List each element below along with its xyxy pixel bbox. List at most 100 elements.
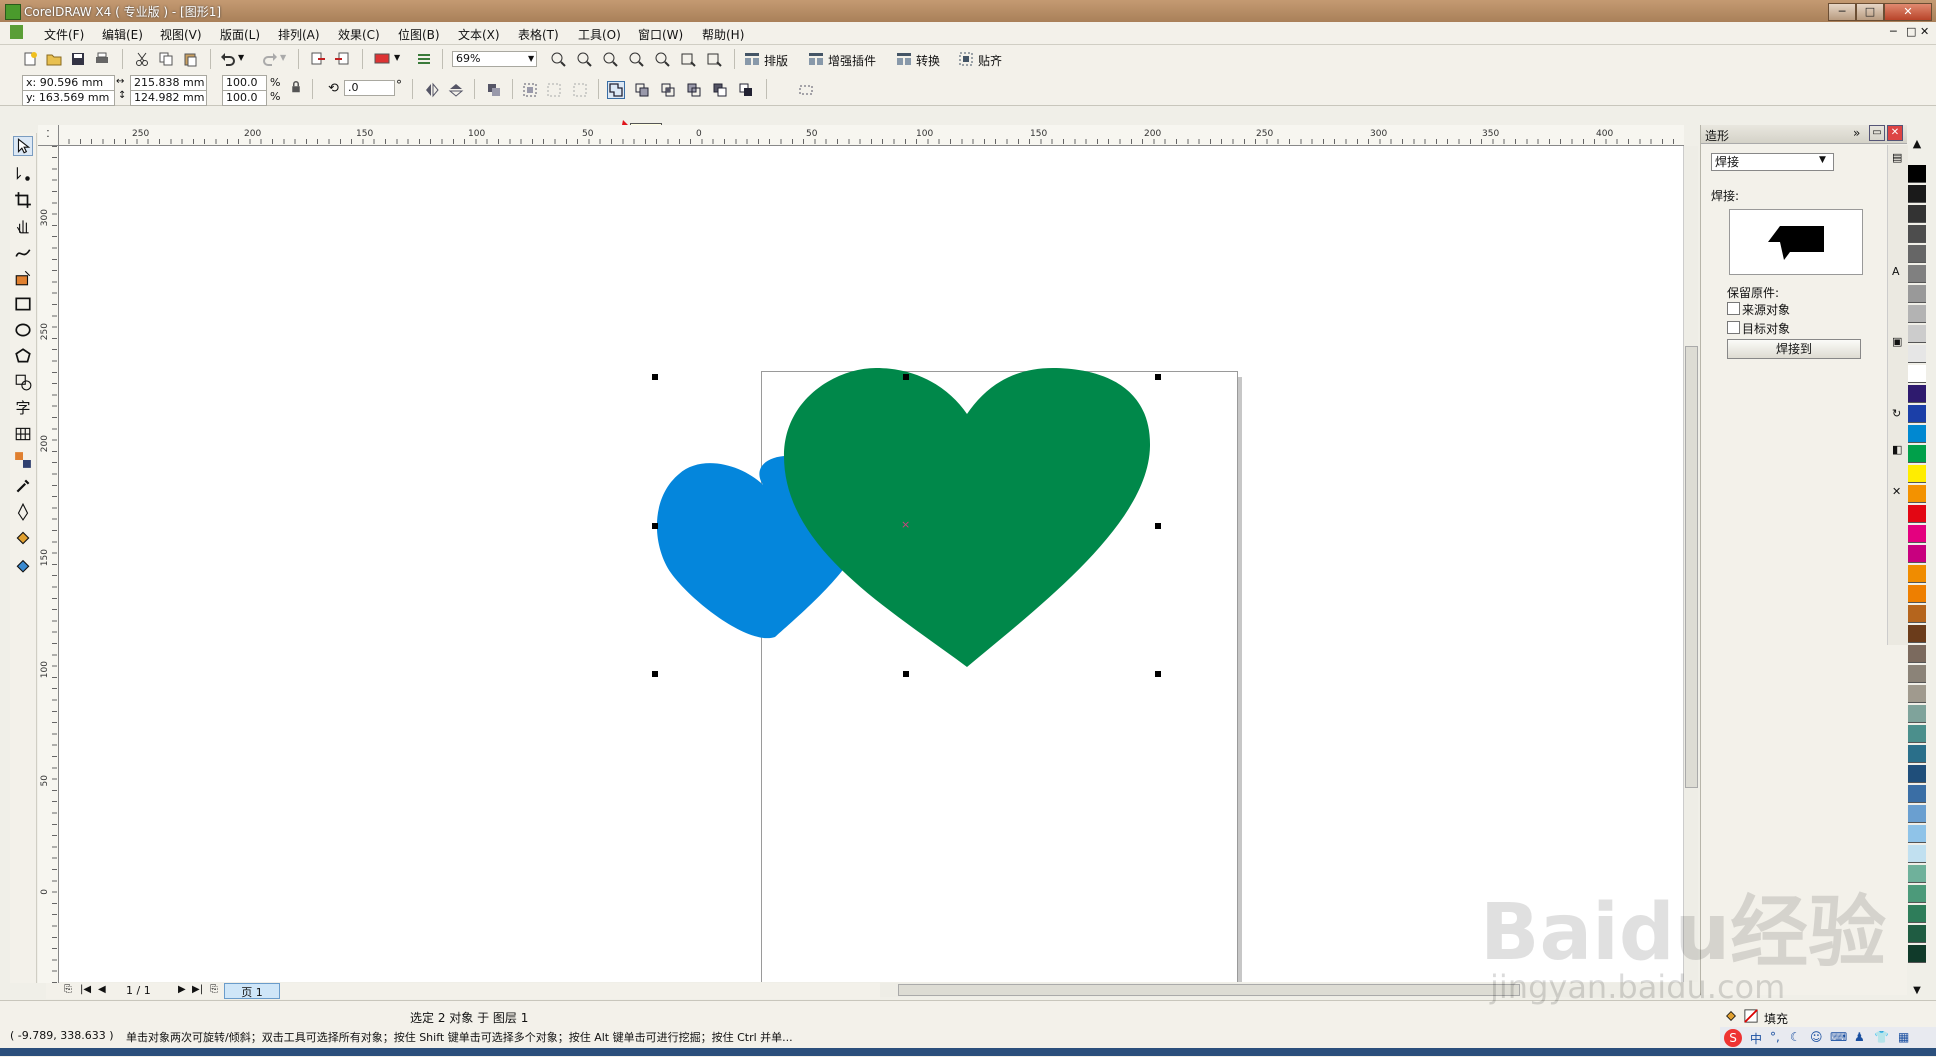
palette-swatch[interactable] bbox=[1908, 945, 1926, 963]
minimize-button[interactable]: ─ bbox=[1828, 3, 1856, 21]
shaping-mode-select[interactable]: 焊接 bbox=[1711, 153, 1834, 171]
zoom-page-icon[interactable] bbox=[654, 51, 670, 67]
docker-expand-icon[interactable]: » bbox=[1853, 126, 1860, 140]
blend-tool-icon[interactable] bbox=[14, 451, 32, 469]
plugin-button[interactable]: 增强插件 bbox=[828, 52, 876, 69]
docker-tab-close-icon[interactable]: ✕ bbox=[1892, 485, 1901, 498]
menu-layout[interactable]: 版面(L) bbox=[220, 26, 260, 43]
palette-swatch[interactable] bbox=[1908, 585, 1926, 603]
layout-button[interactable]: 排版 bbox=[764, 52, 788, 69]
zoom-width-icon[interactable] bbox=[680, 51, 696, 67]
polygon-tool-icon[interactable] bbox=[14, 347, 32, 365]
x-position-field[interactable]: x: 90.596 mm bbox=[22, 75, 115, 91]
doc-minimize-icon[interactable]: ─ bbox=[1890, 25, 1897, 38]
palette-swatch[interactable] bbox=[1908, 685, 1926, 703]
menu-file[interactable]: 文件(F) bbox=[44, 26, 84, 43]
ime-keyboard-icon[interactable]: ⌨ bbox=[1830, 1030, 1847, 1044]
palette-swatch[interactable] bbox=[1908, 225, 1926, 243]
zoom-selected-icon[interactable] bbox=[602, 51, 618, 67]
palette-scroll-down-icon[interactable]: ▼ bbox=[1908, 985, 1926, 999]
print-icon[interactable] bbox=[94, 51, 110, 67]
step-repeat-tab-icon[interactable]: ▣ bbox=[1892, 335, 1902, 348]
basic-shapes-tool-icon[interactable] bbox=[14, 373, 32, 391]
text-tool-icon[interactable]: 字 bbox=[14, 397, 32, 417]
page-tab[interactable]: 页 1 bbox=[224, 983, 280, 999]
palette-swatch[interactable] bbox=[1908, 625, 1926, 643]
shaping-tab-icon[interactable]: ◧ bbox=[1892, 443, 1902, 456]
vertical-scrollbar[interactable] bbox=[1683, 146, 1698, 982]
menu-table[interactable]: 表格(T) bbox=[518, 26, 559, 43]
doc-close-icon[interactable]: ✕ bbox=[1920, 25, 1929, 38]
convert-icon[interactable] bbox=[896, 51, 912, 67]
palette-scroll-up-icon[interactable]: ▲ bbox=[1908, 137, 1926, 157]
horizontal-ruler[interactable]: 250 200 150 100 50 0 50 100 150 200 250 … bbox=[46, 125, 1684, 146]
weld-icon[interactable] bbox=[607, 81, 625, 99]
palette-swatch[interactable] bbox=[1908, 825, 1926, 843]
palette-swatch[interactable] bbox=[1908, 245, 1926, 263]
palette-swatch[interactable] bbox=[1908, 725, 1926, 743]
ime-logo-icon[interactable]: S bbox=[1724, 1029, 1742, 1047]
simplify-icon[interactable] bbox=[686, 82, 702, 98]
snap-button[interactable]: 贴齐 bbox=[978, 52, 1002, 69]
paste-icon[interactable] bbox=[182, 51, 198, 67]
palette-swatch[interactable] bbox=[1908, 185, 1926, 203]
palette-swatch[interactable] bbox=[1908, 785, 1926, 803]
mirror-horizontal-icon[interactable] bbox=[424, 82, 440, 98]
y-position-field[interactable]: y: 163.569 mm bbox=[22, 90, 115, 106]
intersect-icon[interactable] bbox=[660, 82, 676, 98]
fill-indicator-icon[interactable] bbox=[1724, 1009, 1738, 1023]
zoom-in-icon[interactable] bbox=[550, 51, 566, 67]
doc-restore-icon[interactable]: □ bbox=[1906, 25, 1916, 38]
vertical-scroll-thumb[interactable] bbox=[1685, 346, 1698, 788]
palette-swatch[interactable] bbox=[1908, 345, 1926, 363]
source-object-checkbox[interactable] bbox=[1727, 302, 1740, 315]
prev-page-icon[interactable]: ◀ bbox=[98, 984, 106, 995]
export-icon[interactable] bbox=[334, 51, 350, 67]
undo-dropdown-icon[interactable]: ▼ bbox=[238, 53, 244, 62]
menu-effects[interactable]: 效果(C) bbox=[338, 26, 380, 43]
palette-swatch[interactable] bbox=[1908, 385, 1926, 403]
ime-user-icon[interactable]: ♟ bbox=[1854, 1030, 1865, 1044]
rectangle-tool-icon[interactable] bbox=[14, 295, 32, 313]
palette-swatch[interactable] bbox=[1908, 445, 1926, 463]
ime-emoji-icon[interactable]: ☺ bbox=[1810, 1030, 1823, 1044]
palette-swatch[interactable] bbox=[1908, 205, 1926, 223]
palette-swatch[interactable] bbox=[1908, 765, 1926, 783]
palette-swatch[interactable] bbox=[1908, 745, 1926, 763]
center-marker-icon[interactable]: × bbox=[901, 518, 910, 531]
palette-swatch[interactable] bbox=[1908, 645, 1926, 663]
selection-handle[interactable] bbox=[1155, 523, 1161, 529]
zoom-level-select[interactable]: 69% bbox=[452, 51, 537, 67]
docker-minimize-icon[interactable]: ▭ bbox=[1869, 125, 1885, 141]
back-minus-front-icon[interactable] bbox=[738, 82, 754, 98]
selection-handle[interactable] bbox=[903, 671, 909, 677]
welcome-screen-icon[interactable] bbox=[416, 51, 432, 67]
palette-swatch[interactable] bbox=[1908, 865, 1926, 883]
palette-swatch[interactable] bbox=[1908, 505, 1926, 523]
selection-handle[interactable] bbox=[903, 374, 909, 380]
palette-swatch[interactable] bbox=[1908, 805, 1926, 823]
palette-swatch[interactable] bbox=[1908, 845, 1926, 863]
palette-swatch[interactable] bbox=[1908, 905, 1926, 923]
palette-swatch[interactable] bbox=[1908, 465, 1926, 483]
selection-handle[interactable] bbox=[652, 374, 658, 380]
freehand-tool-icon[interactable] bbox=[14, 243, 32, 261]
import-icon[interactable] bbox=[310, 51, 326, 67]
vertical-ruler[interactable]: 300 250 200 150 100 50 0 bbox=[38, 145, 59, 983]
palette-swatch[interactable] bbox=[1908, 565, 1926, 583]
new-icon[interactable] bbox=[22, 51, 38, 67]
menu-tools[interactable]: 工具(O) bbox=[578, 26, 621, 43]
ime-punct-icon[interactable]: °, bbox=[1770, 1030, 1780, 1044]
target-object-checkbox[interactable] bbox=[1727, 321, 1740, 334]
zoom-out-icon[interactable] bbox=[576, 51, 592, 67]
menu-help[interactable]: 帮助(H) bbox=[702, 26, 744, 43]
menu-bitmaps[interactable]: 位图(B) bbox=[398, 26, 440, 43]
front-minus-back-icon[interactable] bbox=[712, 82, 728, 98]
open-icon[interactable] bbox=[46, 51, 62, 67]
maximize-button[interactable]: □ bbox=[1856, 3, 1884, 21]
next-page-icon[interactable]: ▶ bbox=[178, 984, 186, 995]
no-fill-icon[interactable] bbox=[1744, 1009, 1758, 1023]
snap-icon[interactable] bbox=[958, 51, 974, 67]
add-page-icon[interactable]: ⎘ bbox=[64, 984, 72, 995]
ime-mode-icon[interactable]: 中 bbox=[1750, 1030, 1762, 1047]
